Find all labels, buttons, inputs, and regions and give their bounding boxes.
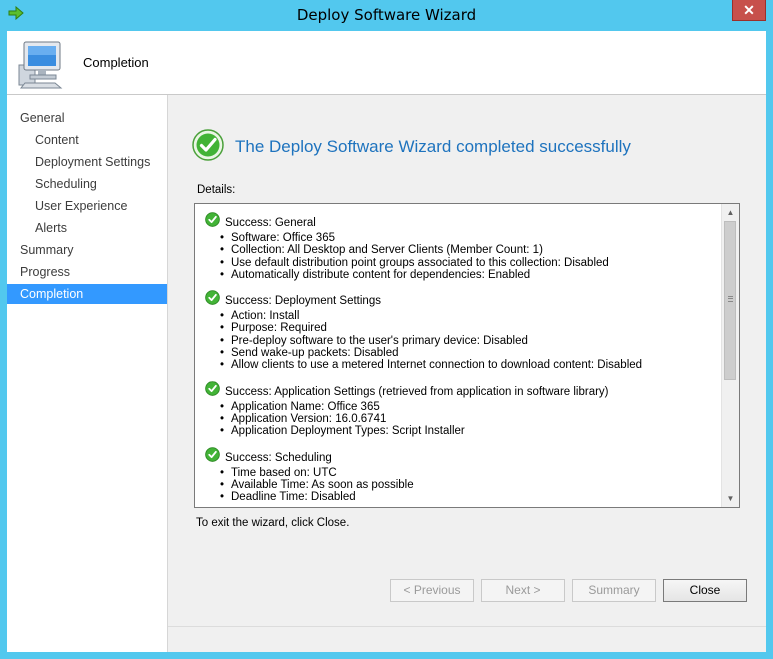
detail-item: Pre-deploy software to the user's primar… <box>205 335 720 348</box>
detail-item: Allow clients to use a metered Internet … <box>205 359 720 372</box>
sidebar-item-content[interactable]: Content <box>7 130 167 150</box>
detail-item: Send wake-up packets: Disabled <box>205 347 720 360</box>
page-heading: Completion <box>83 55 149 70</box>
success-check-icon <box>205 380 220 396</box>
sidebar-item-summary[interactable]: Summary <box>7 240 167 260</box>
detail-item: Available Time: As soon as possible <box>205 479 720 492</box>
section-heading: Success: Deployment Settings <box>225 295 381 308</box>
sidebar-item-deployment-settings[interactable]: Deployment Settings <box>7 152 167 172</box>
wizard-window: Deploy Software Wizard ✕ Completion Gene… <box>0 0 773 659</box>
previous-button[interactable]: < Previous <box>390 579 474 602</box>
close-button[interactable]: Close <box>663 579 747 602</box>
success-check-icon <box>192 129 224 161</box>
wizard-client-area: Completion General Content Deployment Se… <box>7 31 766 652</box>
detail-item: Application Version: 16.0.6741 <box>205 413 720 426</box>
details-section-general: Success: General Software: Office 365 Co… <box>205 212 720 282</box>
detail-item: Collection: All Desktop and Server Clien… <box>205 244 720 257</box>
detail-item: Action: Install <box>205 310 720 323</box>
details-label: Details: <box>197 184 236 196</box>
title-bar[interactable]: Deploy Software Wizard ✕ <box>0 0 773 31</box>
detail-item: Application Name: Office 365 <box>205 401 720 414</box>
detail-item: Deadline Time: Disabled <box>205 491 720 504</box>
detail-item: Time based on: UTC <box>205 467 720 480</box>
success-title: The Deploy Software Wizard completed suc… <box>235 137 631 156</box>
next-button[interactable]: Next > <box>481 579 565 602</box>
summary-button[interactable]: Summary <box>572 579 656 602</box>
wizard-steps-sidebar: General Content Deployment Settings Sche… <box>7 95 168 652</box>
detail-item: Use default distribution point groups as… <box>205 257 720 270</box>
details-scrollbar[interactable]: ▲ ▼ <box>721 204 739 507</box>
sidebar-item-completion[interactable]: Completion <box>7 284 167 304</box>
window-close-button[interactable]: ✕ <box>732 0 766 21</box>
details-section-scheduling: Success: Scheduling Time based on: UTC A… <box>205 446 720 504</box>
sidebar-item-general[interactable]: General <box>7 108 167 128</box>
scrollbar-thumb[interactable] <box>724 221 736 380</box>
grip-icon <box>728 296 733 302</box>
details-textbox[interactable]: Success: General Software: Office 365 Co… <box>194 203 740 508</box>
computer-icon <box>18 41 63 89</box>
success-check-icon <box>205 212 220 227</box>
section-heading: Success: Application Settings (retrieved… <box>225 385 609 398</box>
detail-item: Purpose: Required <box>205 322 720 335</box>
details-section-application-settings: Success: Application Settings (retrieved… <box>205 380 720 438</box>
details-content: Success: General Software: Office 365 Co… <box>205 212 720 507</box>
details-section-deployment-settings: Success: Deployment Settings Action: Ins… <box>205 290 720 372</box>
success-check-icon <box>205 446 220 462</box>
wizard-main-panel: The Deploy Software Wizard completed suc… <box>168 95 766 652</box>
button-bar-divider <box>168 626 766 653</box>
sidebar-item-alerts[interactable]: Alerts <box>7 218 167 238</box>
scroll-down-arrow-icon[interactable]: ▼ <box>722 490 739 507</box>
sidebar-item-user-experience[interactable]: User Experience <box>7 196 167 216</box>
success-check-icon <box>205 290 220 306</box>
detail-item: Application Deployment Types: Script Ins… <box>205 425 720 438</box>
section-heading: Success: Scheduling <box>225 451 332 464</box>
wizard-header: Completion <box>7 31 766 95</box>
exit-instruction: To exit the wizard, click Close. <box>196 517 350 529</box>
section-heading: Success: General <box>225 217 316 229</box>
detail-item: Automatically distribute content for dep… <box>205 269 720 282</box>
sidebar-item-scheduling[interactable]: Scheduling <box>7 174 167 194</box>
window-title: Deploy Software Wizard <box>296 6 477 24</box>
scroll-up-arrow-icon[interactable]: ▲ <box>722 204 739 221</box>
sidebar-item-progress[interactable]: Progress <box>7 262 167 282</box>
detail-item: Software: Office 365 <box>205 232 720 245</box>
